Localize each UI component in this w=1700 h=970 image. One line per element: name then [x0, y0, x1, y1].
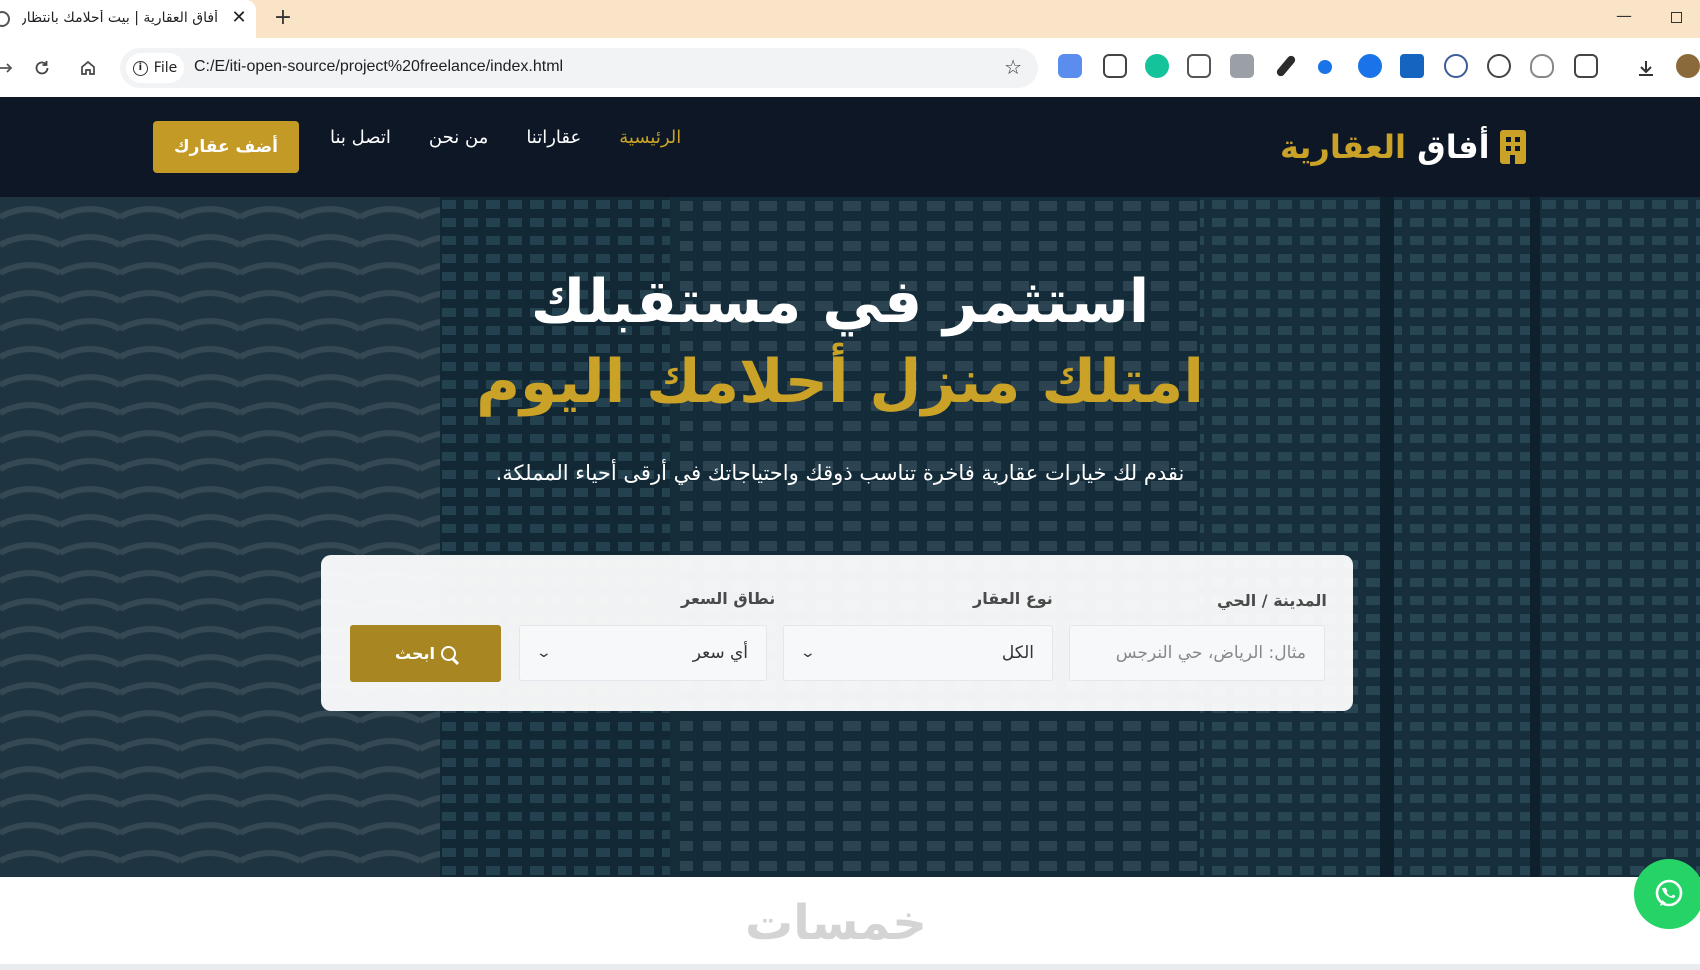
download-icon[interactable] [1632, 54, 1660, 82]
whatsapp-button[interactable] [1634, 859, 1700, 929]
site-chip-label: File [153, 60, 178, 76]
pen-icon[interactable] [1275, 54, 1297, 78]
site-header: أفاق العقارية الرئيسية عقاراتنا من نحن ا… [0, 97, 1700, 197]
search-icon [440, 646, 456, 661]
nav-home[interactable]: الرئيسية [619, 127, 681, 148]
camera-icon[interactable] [1230, 54, 1254, 78]
m-icon[interactable] [1400, 54, 1424, 78]
rocket-icon[interactable] [1487, 54, 1511, 78]
forward-arrow-icon[interactable] [0, 54, 20, 82]
property-type-label: نوع العقار [973, 589, 1053, 608]
hero-section: استثمر في مستقبلك امتلك منزل أحلامك اليو… [0, 197, 1700, 877]
search-button-label: ابحث [395, 644, 435, 663]
logo-text: أفاق العقارية [1280, 128, 1490, 166]
browser-tab[interactable]: أفاق العقارية | بيت أحلامك بانتظار ✕ [0, 0, 256, 38]
bottom-divider [0, 964, 1700, 970]
site-info-chip[interactable]: i File [126, 53, 184, 83]
logo-word-gold: العقارية [1280, 128, 1406, 166]
search-panel: المدينة / الحي مثال: الرياض، حي النرجس ن… [321, 555, 1353, 711]
hero-title-accent: امتلك منزل أحلامك اليوم [476, 347, 1204, 417]
building-icon [1499, 130, 1526, 164]
home-icon[interactable] [74, 54, 102, 82]
maximize-button[interactable] [1664, 6, 1688, 30]
city-input[interactable]: مثال: الرياض، حي النرجس [1069, 625, 1325, 681]
whatsapp-icon [1655, 879, 1683, 907]
search-button[interactable]: ابحث [350, 625, 501, 682]
table-icon[interactable] [1187, 54, 1211, 78]
shield-icon[interactable] [1530, 54, 1554, 78]
chevron-down-icon: ⌄ [799, 645, 817, 661]
tab-title: أفاق العقارية | بيت أحلامك بانتظار [22, 10, 218, 26]
nav-about[interactable]: من نحن [429, 127, 488, 148]
next-section: خمسات [0, 877, 1700, 970]
property-type-select[interactable]: الكل ⌄ [783, 625, 1053, 681]
nav-contact[interactable]: اتصل بنا [330, 127, 391, 148]
url-text[interactable]: C:/E/iti-open-source/project%20freelance… [194, 58, 563, 76]
info-icon: i [132, 60, 148, 76]
city-label: المدينة / الحي [1217, 591, 1327, 610]
minimize-button[interactable]: — [1612, 6, 1636, 30]
price-range-select[interactable]: أي سعر ⌄ [519, 625, 767, 681]
tab-favicon-icon [0, 11, 10, 27]
pause-icon[interactable] [1358, 54, 1382, 78]
puzzle-icon[interactable] [1574, 54, 1598, 78]
property-type-value: الكل [1001, 643, 1034, 663]
address-bar[interactable]: i File C:/E/iti-open-source/project%20fr… [120, 48, 1038, 88]
watermark-logo: خمسات [745, 895, 927, 951]
hero-title: استثمر في مستقبلك [530, 267, 1150, 337]
maximize-icon [1670, 12, 1682, 23]
bookmark-star-icon[interactable]: ☆ [1004, 56, 1022, 78]
browser-toolbar: i File C:/E/iti-open-source/project%20fr… [0, 38, 1700, 97]
translate-icon[interactable] [1058, 54, 1082, 78]
browser-tabstrip: أفاق العقارية | بيت أحلامك بانتظار ✕ + — [0, 0, 1700, 38]
profile-avatar[interactable] [1676, 54, 1700, 78]
search-ext-icon[interactable] [1444, 54, 1468, 78]
add-property-button[interactable]: أضف عقارك [153, 121, 299, 173]
reload-icon[interactable] [28, 54, 56, 82]
grammarly-icon[interactable] [1145, 54, 1169, 78]
cast-icon[interactable] [1103, 54, 1127, 78]
nav-properties[interactable]: عقاراتنا [526, 127, 581, 148]
price-range-label: نطاق السعر [681, 589, 776, 608]
new-tab-button[interactable]: + [270, 5, 296, 31]
hero-subtitle: نقدم لك خيارات عقارية فاخرة تناسب ذوقك و… [495, 461, 1185, 485]
logo-word-white: أفاق [1417, 128, 1490, 166]
dot-icon[interactable] [1318, 60, 1332, 74]
chevron-down-icon: ⌄ [535, 645, 553, 661]
price-range-value: أي سعر [692, 643, 748, 663]
tab-close-icon[interactable]: ✕ [228, 6, 250, 30]
main-nav: الرئيسية عقاراتنا من نحن اتصل بنا [330, 127, 681, 148]
site-logo[interactable]: أفاق العقارية [1280, 125, 1526, 169]
